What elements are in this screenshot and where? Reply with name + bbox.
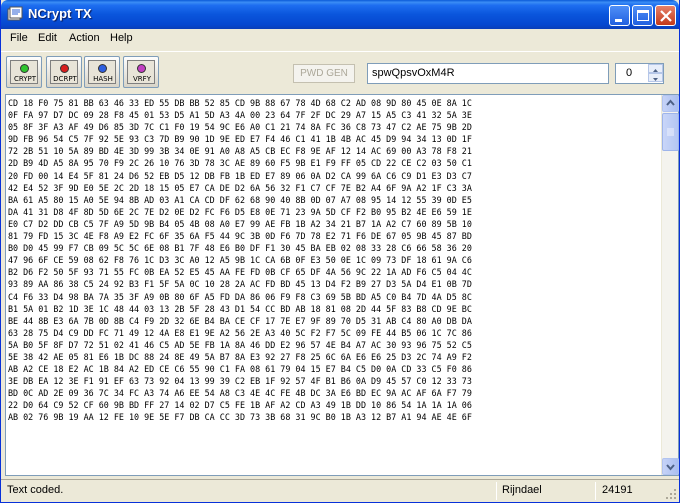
- purple-led-icon: [137, 64, 146, 73]
- password-field[interactable]: spwQpsvOxM4R: [367, 63, 609, 84]
- hex-line: 9D FB 96 54 C5 7F 92 5E 93 C3 7D B9 90 1…: [8, 134, 472, 145]
- decrypt-label: DCRPT: [53, 75, 77, 83]
- hex-line: 72 2B 51 10 5A 89 BD 4E 3D 99 3B 34 0E 9…: [8, 146, 472, 157]
- hex-line: 63 28 75 D4 C9 DD FC 71 49 12 4A E8 E1 9…: [8, 327, 472, 338]
- hash-label: HASH: [93, 75, 113, 83]
- hex-line: 0F FA 97 D7 DC 09 28 F8 45 01 53 D5 A1 5…: [8, 110, 472, 121]
- spinner[interactable]: 0: [615, 63, 664, 84]
- hex-line: AB A2 CE 18 E2 AC 1B 84 A2 ED CE C6 55 9…: [8, 364, 472, 375]
- hex-line: 05 8F 3F A3 AF 49 D6 85 3D 7C C1 F0 19 5…: [8, 122, 472, 133]
- hex-line: 22 D0 64 C9 52 CF 60 9B BD FF 27 14 02 D…: [8, 400, 472, 411]
- hex-line: 47 96 6F CE 59 08 62 F8 76 1C D3 3C A0 1…: [8, 255, 472, 266]
- verify-button[interactable]: VRFY: [123, 56, 159, 88]
- hex-line: 5A B0 5F 8F D7 72 51 02 41 46 C5 AD 5E F…: [8, 339, 472, 350]
- hash-button[interactable]: HASH: [84, 56, 120, 88]
- spinner-down-button[interactable]: [648, 73, 663, 82]
- crypt-button[interactable]: CRYPT: [6, 56, 42, 88]
- maximize-button[interactable]: [632, 5, 653, 26]
- decrypt-button[interactable]: DCRPT: [46, 56, 82, 88]
- arrow-down-icon: [653, 78, 658, 81]
- menu-edit[interactable]: Edit: [38, 32, 57, 44]
- status-bar: Text coded. Rijndael 24191: [1, 479, 679, 501]
- menu-help[interactable]: Help: [110, 32, 133, 44]
- hex-line: 5E 38 42 AE 05 81 E6 1B DC 88 24 8E 49 5…: [8, 351, 472, 362]
- green-led-icon: [20, 64, 29, 73]
- vertical-scrollbar[interactable]: [661, 95, 679, 475]
- close-button[interactable]: [655, 5, 676, 26]
- hex-output-textarea[interactable]: CD 18 F0 75 81 BB 63 46 33 ED 55 DB BB 5…: [5, 94, 679, 476]
- scrollbar-thumb[interactable]: [662, 113, 679, 151]
- window-title: NCrypt TX: [28, 6, 92, 21]
- hex-line: B1 5A 01 B2 1D 3E 1C 48 44 03 13 2B 5F 2…: [8, 303, 472, 314]
- menu-action[interactable]: Action: [69, 32, 100, 44]
- crypt-label: CRYPT: [13, 75, 37, 83]
- grip-icon: [667, 128, 674, 136]
- status-algorithm: Rijndael: [502, 484, 542, 496]
- arrow-up-icon: [666, 99, 675, 106]
- app-window: NCrypt TX File Edit Action Help CRYPT DC…: [0, 0, 680, 503]
- hex-output-text: CD 18 F0 75 81 BB 63 46 33 ED 55 DB BB 5…: [8, 97, 658, 473]
- spinner-up-button[interactable]: [648, 64, 663, 73]
- hex-line: 93 89 AA 86 38 C5 24 92 B3 F1 5F 5A 0C 1…: [8, 279, 472, 290]
- minimize-button[interactable]: [609, 5, 630, 26]
- title-bar[interactable]: NCrypt TX: [1, 0, 679, 29]
- arrow-down-icon: [666, 464, 675, 471]
- verify-label: VRFY: [133, 75, 151, 83]
- spinner-value: 0: [626, 67, 633, 79]
- scroll-up-button[interactable]: [662, 95, 679, 112]
- hex-line: 20 FD 00 14 E4 5F 81 24 D6 52 EB D5 12 D…: [8, 170, 472, 181]
- hex-line: 42 E4 52 3F 9D E0 5E 2C 2D 18 15 05 E7 C…: [8, 182, 472, 193]
- hex-line: E0 C7 D2 DD CB C5 7F A9 5D 9B B4 05 4B 0…: [8, 218, 472, 229]
- red-led-icon: [60, 64, 69, 73]
- app-icon: [7, 6, 23, 21]
- hex-line: BD 0C AD 2E 09 36 7C 34 FC A3 74 A6 EE 5…: [8, 388, 472, 399]
- status-message: Text coded.: [7, 484, 64, 496]
- hex-line: 81 79 FD 15 3C 4E F8 A9 E2 FC 6F 35 6A F…: [8, 231, 472, 242]
- close-icon: [660, 10, 672, 22]
- hex-line: B0 D0 45 99 F7 CB 09 5C 5C 6E 08 B1 7F 4…: [8, 243, 472, 254]
- hex-line: 3E DB EA 12 3E F1 91 EF 63 73 92 04 13 9…: [8, 376, 472, 387]
- hex-line: 2D B9 4D A5 8A 95 70 F9 2C 26 10 76 3D 7…: [8, 158, 472, 169]
- hex-line: DA 41 31 D8 4F 8D 5D 6E 2C 7E D2 0E D2 F…: [8, 206, 472, 217]
- resize-grip-icon[interactable]: [665, 488, 677, 500]
- minimize-icon: [615, 19, 622, 22]
- hex-line: CD 18 F0 75 81 BB 63 46 33 ED 55 DB BB 5…: [8, 98, 472, 108]
- status-count: 24191: [602, 484, 633, 496]
- scroll-down-button[interactable]: [662, 458, 679, 475]
- hex-line: B2 D6 F2 50 5F 93 71 55 FC 0B EA 52 E5 4…: [8, 267, 472, 278]
- menu-bar: File Edit Action Help: [1, 29, 679, 49]
- hex-line: AB 02 76 9B 19 AA 12 FE 10 9E 5E F7 DB C…: [8, 412, 472, 423]
- blue-led-icon: [98, 64, 107, 73]
- maximize-icon: [637, 10, 649, 21]
- hex-line: C4 F6 33 D4 98 BA 7A 35 3F A9 0B 80 6F A…: [8, 291, 472, 302]
- hex-line: BE 44 8B E3 6A 7B 0D 8B C4 F9 2D 32 6E B…: [8, 315, 472, 326]
- toolbar: CRYPT DCRPT HASH VRFY PWD GEN spwQpsvOxM…: [1, 51, 679, 91]
- menu-file[interactable]: File: [10, 32, 28, 44]
- hex-line: BA 61 A5 80 15 A0 5E 94 8B AD 03 A1 CA C…: [8, 194, 472, 205]
- password-generate-button[interactable]: PWD GEN: [293, 64, 355, 83]
